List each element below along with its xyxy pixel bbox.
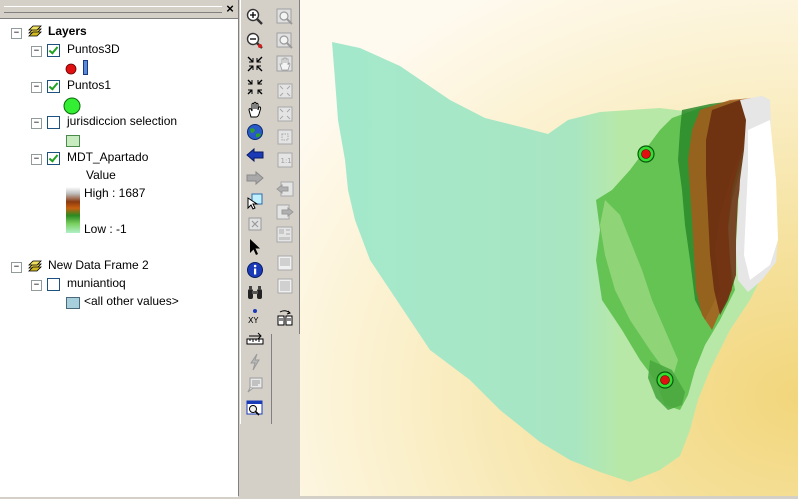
collapse-icon[interactable]: − (31, 46, 42, 57)
zoom-in-layout-icon[interactable] (274, 7, 296, 27)
forward-extent-icon[interactable] (244, 168, 266, 188)
toggle-draft-icon[interactable] (274, 253, 296, 273)
bar-symbol-icon (83, 60, 89, 79)
select-features-icon[interactable] (244, 191, 266, 211)
legend-title: Value (86, 168, 116, 182)
html-popup-icon[interactable] (244, 375, 266, 395)
back-extent-icon[interactable] (244, 145, 266, 165)
zoom-100-icon[interactable] (274, 104, 296, 124)
fixed-zoom-out-icon[interactable] (244, 77, 266, 97)
collapse-icon[interactable]: − (11, 28, 22, 39)
toc-title-bar: × (0, 0, 238, 18)
data-frame-layers-label[interactable]: Layers (48, 24, 87, 38)
collapse-icon[interactable]: − (31, 154, 42, 165)
go-back-extent-icon[interactable] (274, 179, 296, 199)
data-frame-icon (26, 24, 44, 41)
fixed-zoom-in-layout-icon[interactable] (274, 127, 296, 147)
polygon-symbol-icon (66, 297, 80, 309)
collapse-icon[interactable]: − (31, 82, 42, 93)
data-frame-icon (26, 259, 44, 276)
fixed-zoom-in-icon[interactable] (244, 54, 266, 74)
svg-text:XY: XY (248, 316, 258, 325)
pan-icon[interactable] (244, 100, 266, 120)
legend-low-label: Low : -1 (84, 222, 127, 236)
legend-high-label: High : 1687 (84, 186, 146, 200)
table-of-contents: × − Layers − Puntos3D − Puntos1 − jurisd… (0, 0, 239, 497)
layer-puntos3d-label[interactable]: Puntos3D (67, 42, 120, 56)
toc-tree: − Layers − Puntos3D − Puntos1 − jurisdic… (0, 18, 238, 497)
zoom-in-icon[interactable] (244, 7, 266, 27)
data-frame-2-label[interactable]: New Data Frame 2 (48, 258, 149, 272)
zoom-control-icon[interactable] (274, 225, 296, 245)
collapse-icon[interactable]: − (31, 280, 42, 291)
layer-mdt-label[interactable]: MDT_Apartado (67, 150, 148, 164)
layer-puntos1-label[interactable]: Puntos1 (67, 78, 111, 92)
measure-icon[interactable] (244, 329, 266, 349)
zoom-whole-page-icon[interactable] (274, 81, 296, 101)
map-display[interactable] (300, 0, 798, 496)
layer-puntos1-checkbox[interactable] (47, 80, 60, 93)
legend-other-values-label: <all other values> (84, 294, 179, 308)
layer-muniantioq-label[interactable]: muniantioq (67, 276, 126, 290)
toc-drag-handle[interactable] (4, 6, 222, 13)
pan-layout-icon[interactable] (274, 54, 296, 74)
time-slider-icon[interactable] (244, 398, 266, 418)
layout-toolbar: 1:1 (271, 0, 300, 334)
fixed-zoom-out-layout-icon[interactable]: 1:1 (274, 150, 296, 170)
collapse-icon[interactable]: − (31, 118, 42, 129)
zoom-out-layout-icon[interactable] (274, 31, 296, 51)
find-icon[interactable] (244, 283, 266, 303)
map-point-south[interactable] (656, 371, 674, 389)
clear-selection-icon[interactable] (244, 214, 266, 234)
collapse-icon[interactable]: − (11, 262, 22, 273)
focus-data-frame-icon[interactable] (274, 276, 296, 296)
select-elements-icon[interactable] (244, 237, 266, 257)
layer-muniantioq-checkbox[interactable] (47, 278, 60, 291)
go-forward-extent-icon[interactable] (274, 202, 296, 222)
layer-jurisdiccion-checkbox[interactable] (47, 116, 60, 129)
identify-icon[interactable] (244, 260, 266, 280)
layer-puntos3d-checkbox[interactable] (47, 44, 60, 57)
zoom-out-icon[interactable] (244, 31, 266, 51)
full-extent-icon[interactable] (244, 122, 266, 142)
polygon-symbol-icon (66, 135, 80, 147)
map-canvas (332, 42, 778, 482)
svg-text:1:1: 1:1 (281, 157, 292, 165)
go-to-xy-icon[interactable]: XY (244, 306, 266, 326)
toc-close-button[interactable]: × (224, 2, 236, 15)
layer-mdt-checkbox[interactable] (47, 152, 60, 165)
layer-jurisdiccion-label[interactable]: jurisdiccion selection (67, 114, 177, 128)
hyperlink-icon[interactable] (244, 352, 266, 372)
elevation-color-ramp (66, 187, 80, 233)
change-layout-icon[interactable] (274, 308, 296, 328)
map-point-north[interactable] (637, 145, 655, 163)
point-symbol-icon (65, 63, 77, 78)
tools-toolbar: XY (240, 0, 272, 424)
